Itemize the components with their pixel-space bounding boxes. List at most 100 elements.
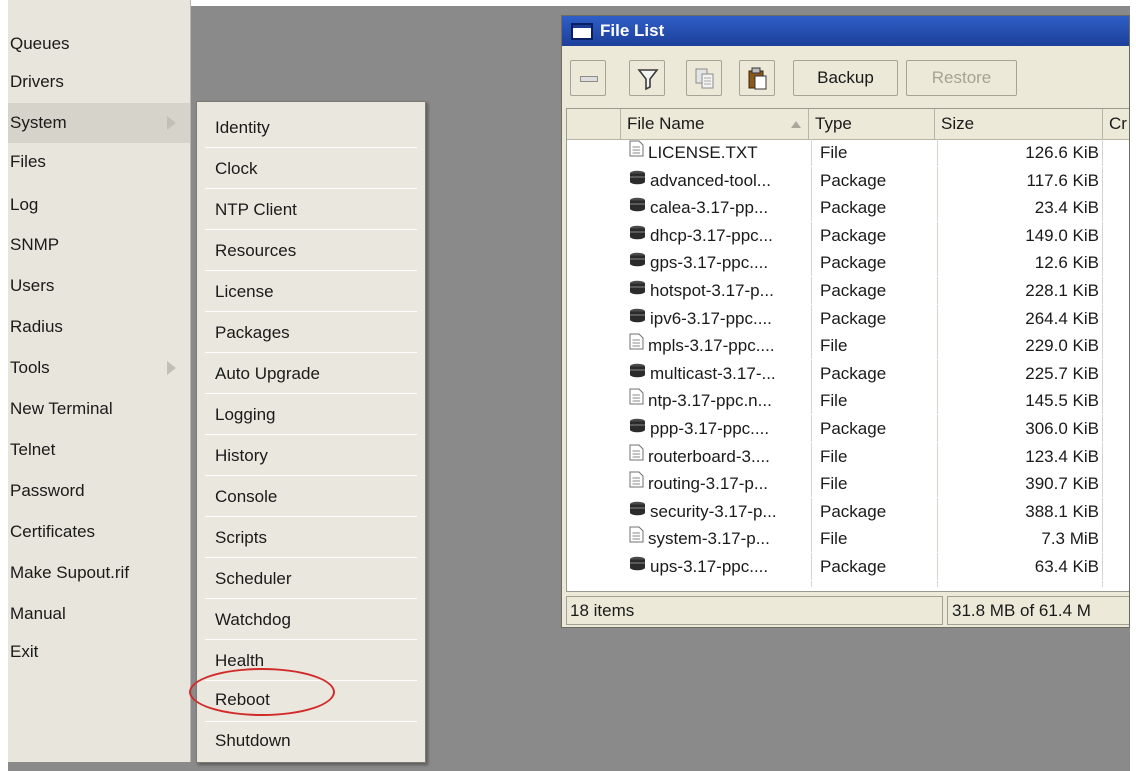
submenu-item-clock[interactable]: Clock (197, 149, 425, 189)
menu-item-new-terminal[interactable]: New Terminal (8, 389, 190, 429)
menu-item-label: Log (10, 195, 39, 214)
menu-item-log[interactable]: Log (8, 185, 190, 225)
file-type-cell: Package (811, 553, 936, 580)
window-title-bar[interactable]: File List (562, 16, 1129, 46)
menu-item-certificates[interactable]: Certificates (8, 512, 190, 552)
menu-item-make-supout[interactable]: Make Supout.rif (8, 553, 190, 593)
submenu-item-packages[interactable]: Packages (197, 313, 425, 353)
table-row[interactable]: mpls-3.17-ppc.... File 229.0 KiB (567, 332, 1129, 360)
menu-item-system[interactable]: System (8, 103, 190, 143)
menu-item-password[interactable]: Password (8, 471, 190, 511)
file-name: LICENSE.TXT (648, 143, 758, 162)
paste-button[interactable] (739, 60, 775, 96)
menu-item-telnet[interactable]: Telnet (8, 430, 190, 470)
table-row[interactable]: multicast-3.17-... Package 225.7 KiB (567, 359, 1129, 388)
copy-button[interactable] (686, 60, 722, 96)
file-size-cell: 145.5 KiB (937, 387, 1103, 415)
file-list-window: File List Backup Restore File Name Type … (561, 15, 1130, 628)
submenu-item-resources[interactable]: Resources (197, 231, 425, 271)
status-bar: 18 items 31.8 MB of 61.4 M (562, 596, 1129, 627)
file-name: system-3.17-p... (648, 529, 770, 549)
divider (205, 229, 417, 230)
file-name-cell: multicast-3.17-... (625, 360, 805, 387)
package-icon (629, 194, 646, 220)
file-name: routerboard-3.... (648, 446, 770, 466)
divider (205, 188, 417, 189)
menu-item-queues[interactable]: Queues (8, 24, 190, 64)
table-row[interactable]: ipv6-3.17-ppc.... Package 264.4 KiB (567, 304, 1129, 333)
submenu-item-label: Console (215, 487, 278, 506)
menu-item-radius[interactable]: Radius (8, 307, 190, 347)
submenu-item-label: NTP Client (215, 200, 297, 219)
menu-item-label: Manual (10, 604, 66, 623)
file-name-cell: ppp-3.17-ppc.... (625, 415, 805, 442)
submenu-item-label: Scripts (215, 528, 267, 547)
file-size-cell (937, 580, 1103, 587)
submenu-item-watchdog[interactable]: Watchdog (197, 600, 425, 640)
file-name: ntp-3.17-ppc.n... (648, 391, 772, 411)
file-size-cell: 228.1 KiB (937, 277, 1103, 304)
submenu-item-logging[interactable]: Logging (197, 395, 425, 435)
menu-item-exit[interactable]: Exit (8, 632, 190, 672)
submenu-item-scripts[interactable]: Scripts (197, 518, 425, 558)
table-row[interactable]: advanced-tool... Package 117.6 KiB (567, 166, 1129, 195)
disk-space: 31.8 MB of 61.4 M (947, 596, 1129, 625)
table-row[interactable]: security-3.17-p... Package 388.1 KiB (567, 497, 1129, 526)
menu-item-tools[interactable]: Tools (8, 348, 190, 388)
menu-item-manual[interactable]: Manual (8, 594, 190, 634)
table-row[interactable]: dhcp-3.17-ppc... Package 149.0 KiB (567, 221, 1129, 250)
file-size-cell: 390.7 KiB (937, 470, 1103, 498)
submenu-item-console[interactable]: Console (197, 477, 425, 517)
divider (205, 311, 417, 312)
column-header-type[interactable]: Type (809, 109, 935, 139)
table-row[interactable]: hotspot-3.17-p... Package 228.1 KiB (567, 277, 1129, 305)
menu-item-drivers[interactable]: Drivers (8, 62, 190, 102)
table-row[interactable]: LICENSE.TXT File 126.6 KiB (567, 139, 1129, 167)
backup-button[interactable]: Backup (793, 60, 898, 96)
restore-button[interactable]: Restore (906, 60, 1017, 96)
package-icon (629, 222, 646, 248)
submenu-item-label: License (215, 282, 274, 301)
table-row[interactable]: gps-3.17-ppc.... Package 12.6 KiB (567, 249, 1129, 277)
file-name-cell: ups-3.17-ppc.... (625, 553, 805, 580)
minus-icon (580, 76, 598, 82)
divider (205, 598, 417, 599)
table-row[interactable]: ntp-3.17-ppc.n... File 145.5 KiB (567, 387, 1129, 415)
file-name-cell: advanced-tool... (625, 167, 805, 194)
file-type-cell: Package (811, 221, 936, 249)
file-name: hotspot-3.17-p... (650, 281, 774, 300)
table-row[interactable]: calea-3.17-pp... Package 23.4 KiB (567, 194, 1129, 222)
submenu-item-license[interactable]: License (197, 272, 425, 312)
filter-button[interactable] (629, 60, 665, 96)
file-size-cell: 126.6 KiB (937, 139, 1103, 166)
submenu-item-label: Resources (215, 241, 297, 260)
package-icon (629, 360, 646, 386)
submenu-item-ntp-client[interactable]: NTP Client (197, 190, 425, 230)
table-row-partial (567, 580, 1129, 591)
submenu-item-identity[interactable]: Identity (197, 108, 425, 148)
divider (205, 352, 417, 353)
table-row[interactable]: routerboard-3.... File 123.4 KiB (567, 442, 1129, 471)
file-size-cell: 306.0 KiB (937, 415, 1103, 442)
submenu-item-shutdown[interactable]: Shutdown (197, 721, 425, 761)
table-row[interactable]: ups-3.17-ppc.... Package 63.4 KiB (567, 553, 1129, 581)
submenu-item-auto-upgrade[interactable]: Auto Upgrade (197, 354, 425, 394)
file-icon (629, 470, 644, 496)
table-row[interactable]: system-3.17-p... File 7.3 MiB (567, 525, 1129, 553)
submenu-item-scheduler[interactable]: Scheduler (197, 559, 425, 599)
column-header-created[interactable]: Cr (1103, 109, 1129, 139)
submenu-item-label: Clock (215, 159, 258, 178)
table-row[interactable]: ppp-3.17-ppc.... Package 306.0 KiB (567, 415, 1129, 443)
menu-item-users[interactable]: Users (8, 266, 190, 306)
submenu-item-history[interactable]: History (197, 436, 425, 476)
column-header-size[interactable]: Size (935, 109, 1103, 139)
menu-item-files[interactable]: Files (8, 142, 190, 182)
menu-item-snmp[interactable]: SNMP (8, 225, 190, 265)
divider (205, 393, 417, 394)
column-header-file-name[interactable]: File Name (621, 109, 809, 139)
file-name-cell: routing-3.17-p... (625, 470, 805, 497)
submenu-item-label: Logging (215, 405, 276, 424)
remove-button[interactable] (570, 60, 606, 96)
submenu-item-label: Watchdog (215, 610, 291, 629)
table-row[interactable]: routing-3.17-p... File 390.7 KiB (567, 470, 1129, 498)
